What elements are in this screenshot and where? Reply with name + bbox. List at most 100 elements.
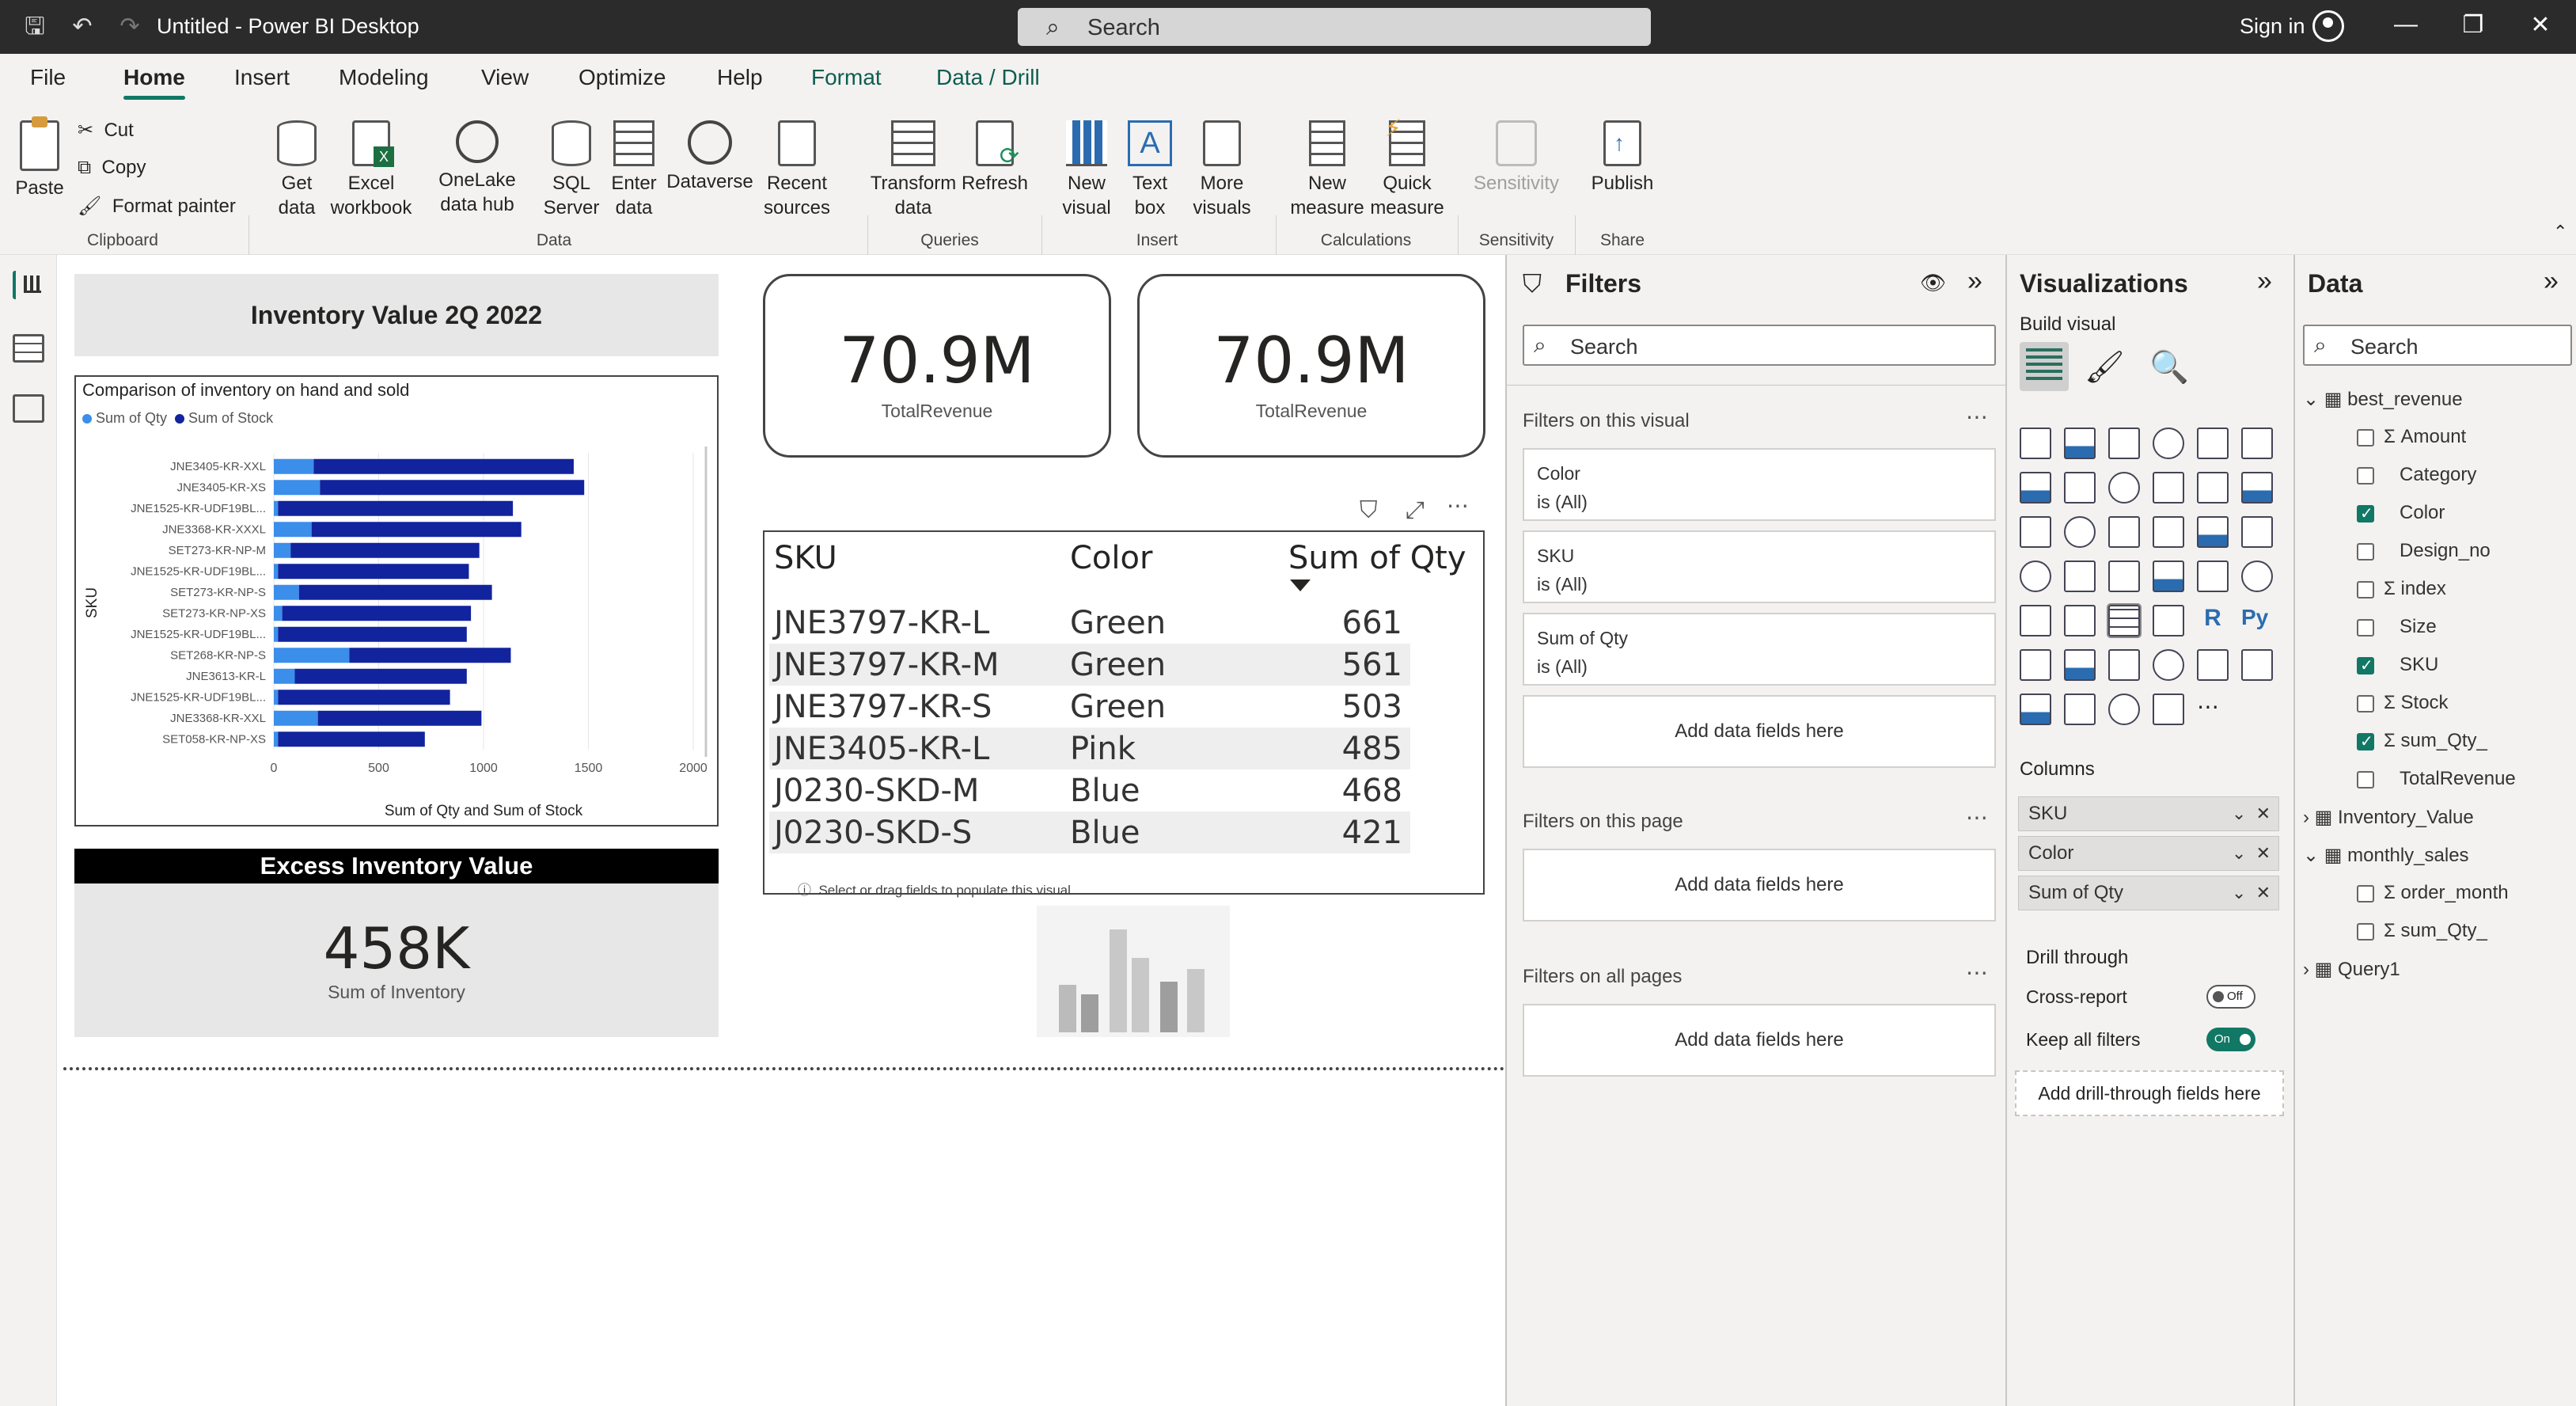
table-row[interactable]: JNE3797-KR-S Green 503 <box>769 686 1410 728</box>
field-item[interactable]: TotalRevenue <box>2384 768 2516 790</box>
format-painter-button[interactable]: 🖌 Format painter <box>78 195 236 218</box>
chevron-right-icon[interactable]: › <box>2303 959 2315 980</box>
chevron-down-icon[interactable]: ⌄ <box>2303 389 2324 410</box>
tab-view[interactable]: View <box>481 65 529 90</box>
multi-row-card-visual-icon[interactable] <box>2241 560 2273 592</box>
funnel-visual-icon[interactable] <box>2064 516 2096 548</box>
more-visual-icon[interactable]: ⋯ <box>2197 694 2229 725</box>
bar-chart-visual[interactable]: Comparison of inventory on hand and sold… <box>74 375 719 826</box>
add-all-filter-drop[interactable]: Add data fields here <box>1523 1004 1996 1077</box>
collapse-ribbon-icon[interactable]: ⌃ <box>2553 222 2567 242</box>
waterfall-visual-icon[interactable] <box>2020 516 2051 548</box>
new-visual-button[interactable]: New visual <box>1053 120 1121 220</box>
field-item[interactable]: Σ Amount <box>2384 426 2466 448</box>
collapse-pane-icon[interactable]: » <box>2544 266 2559 297</box>
qa-visual-icon[interactable] <box>2108 649 2140 681</box>
table-row[interactable]: JNE3797-KR-L Green 661 <box>769 602 1410 644</box>
filter-card-sku[interactable]: SKU is (All) <box>1523 530 1996 603</box>
inventory-title[interactable]: Inventory Value 2Q 2022 <box>74 274 719 356</box>
stacked-area-visual-icon[interactable] <box>2108 472 2140 504</box>
field-checkbox[interactable] <box>2357 543 2374 560</box>
table-node[interactable]: ⌄ ▦ best_revenue <box>2303 388 2463 411</box>
field-item[interactable]: Size <box>2384 616 2437 638</box>
card-visual-icon[interactable] <box>2197 560 2229 592</box>
stacked-column-visual-icon[interactable] <box>2064 428 2096 459</box>
collapse-pane-icon[interactable]: » <box>2257 266 2272 297</box>
diamond-visual-icon[interactable] <box>2108 694 2140 725</box>
filter-card-color[interactable]: Color is (All) <box>1523 448 1996 521</box>
tab-help[interactable]: Help <box>717 65 763 90</box>
more-options-icon[interactable]: ⋯ <box>1966 804 1990 830</box>
field-checkbox[interactable] <box>2357 429 2374 446</box>
get-data-button[interactable]: Get data <box>261 120 332 220</box>
donut-visual-icon[interactable] <box>2197 516 2229 548</box>
field-item[interactable]: Σ sum_Qty_ <box>2384 730 2487 752</box>
field-checkbox[interactable] <box>2357 923 2374 940</box>
copy-button[interactable]: ⧉ Copy <box>78 157 146 179</box>
revenue-card-1[interactable]: 70.9M TotalRevenue <box>763 274 1111 458</box>
sign-in-link[interactable]: Sign in <box>2240 14 2305 39</box>
field-item[interactable]: Σ Stock <box>2384 692 2449 714</box>
more-options-icon[interactable]: ⋯ <box>1447 492 1470 519</box>
tab-home[interactable]: Home <box>123 65 185 100</box>
close-icon[interactable]: ✕ <box>2521 11 2560 39</box>
table-header-sku[interactable]: SKU <box>774 540 837 576</box>
azure-map-visual-icon[interactable] <box>2108 560 2140 592</box>
line-column-visual-icon[interactable] <box>2153 472 2184 504</box>
table-node[interactable]: › ▦ Query1 <box>2303 958 2400 981</box>
100-bar-visual-icon[interactable] <box>2197 428 2229 459</box>
slicer-visual-icon[interactable] <box>2064 605 2096 636</box>
excel-workbook-button[interactable]: X Excel workbook <box>328 120 415 220</box>
quick-measure-button[interactable]: ⚡ Quick measure <box>1366 116 1448 220</box>
column-well-qty[interactable]: Sum of Qty ⌄ ✕ <box>2018 876 2279 910</box>
pie-visual-icon[interactable] <box>2153 516 2184 548</box>
clustered-column-visual-icon[interactable] <box>2153 428 2184 459</box>
field-checkbox[interactable] <box>2357 467 2374 484</box>
table-visual-icon[interactable] <box>2107 603 2142 638</box>
table-row[interactable]: J0230-SKD-S Blue 421 <box>769 811 1410 853</box>
kpi-visual-icon[interactable] <box>2020 605 2051 636</box>
field-checkbox[interactable] <box>2357 732 2374 751</box>
map-visual-icon[interactable] <box>2020 560 2051 592</box>
build-visual-tab[interactable] <box>2020 342 2069 391</box>
restore-icon[interactable]: ❐ <box>2453 11 2493 39</box>
power-apps-visual-icon[interactable] <box>2020 694 2051 725</box>
field-checkbox[interactable] <box>2357 581 2374 598</box>
power-automate-visual-icon[interactable] <box>2064 694 2096 725</box>
well-controls-icon[interactable]: ⌄ ✕ <box>2232 876 2271 910</box>
excess-inventory-card[interactable]: 458K Sum of Inventory <box>74 884 719 1037</box>
stacked-bar-visual-icon[interactable] <box>2020 428 2051 459</box>
field-item[interactable]: SKU <box>2384 654 2438 676</box>
new-measure-button[interactable]: New measure <box>1290 120 1364 220</box>
model-view-icon[interactable] <box>13 394 44 423</box>
gauge-visual-icon[interactable] <box>2153 560 2184 592</box>
matrix-visual-icon[interactable] <box>2153 605 2184 636</box>
smart-narrative-visual-icon[interactable] <box>2153 649 2184 681</box>
scatter-visual-icon[interactable] <box>2108 516 2140 548</box>
minimize-icon[interactable]: — <box>2386 11 2426 38</box>
filter-icon[interactable]: ⛉ <box>1360 497 1378 524</box>
r-visual-visual-icon[interactable]: R <box>2197 605 2229 636</box>
tab-file[interactable]: File <box>30 65 66 90</box>
add-drill-through-drop[interactable]: Add drill-through fields here <box>2015 1070 2284 1116</box>
cross-report-toggle[interactable]: Off <box>2206 985 2255 1009</box>
field-item[interactable]: Color <box>2384 502 2445 524</box>
excess-inventory-title[interactable]: Excess Inventory Value <box>74 849 719 884</box>
chevron-right-icon[interactable]: › <box>2303 807 2315 828</box>
arcgis-visual-icon[interactable] <box>2153 694 2184 725</box>
more-visuals-button[interactable]: More visuals <box>1181 120 1263 220</box>
refresh-button[interactable]: ⟳ Refresh <box>961 120 1029 196</box>
tab-optimize[interactable]: Optimize <box>579 65 666 90</box>
100-column-visual-icon[interactable] <box>2241 428 2273 459</box>
field-item[interactable]: Σ sum_Qty_ <box>2384 920 2487 942</box>
table-row[interactable]: J0230-SKD-M Blue 468 <box>769 770 1410 811</box>
data-search-input[interactable]: ⌕ Search <box>2303 325 2572 366</box>
transform-data-button[interactable]: Transform data <box>869 120 958 220</box>
tab-insert[interactable]: Insert <box>234 65 290 90</box>
redo-icon[interactable]: ↷ <box>112 10 147 44</box>
sensitivity-button[interactable]: Sensitivity <box>1469 120 1564 196</box>
sql-server-button[interactable]: SQL Server <box>538 120 605 220</box>
filled-map-visual-icon[interactable] <box>2064 560 2096 592</box>
ribbon-visual-icon[interactable] <box>2241 472 2273 504</box>
decomposition-tree-visual-icon[interactable] <box>2064 649 2096 681</box>
